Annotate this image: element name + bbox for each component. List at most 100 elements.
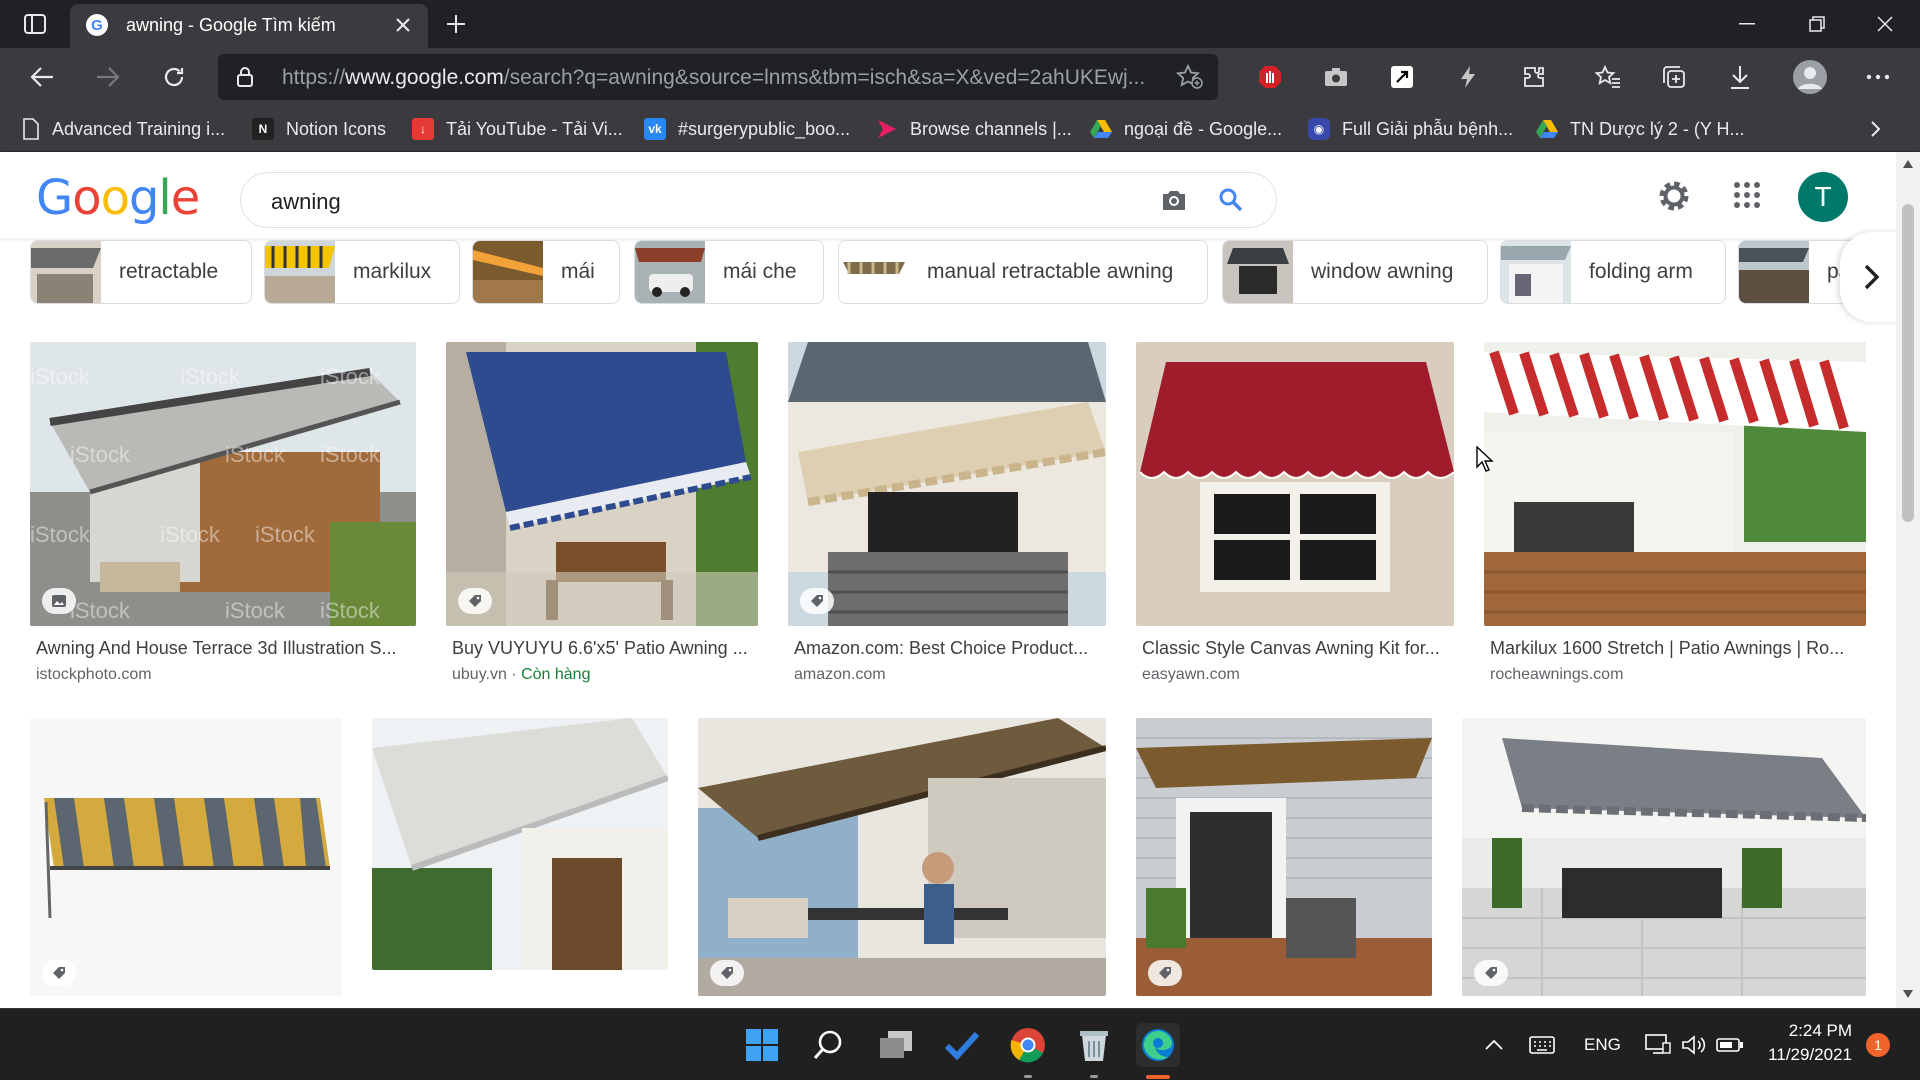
result-title[interactable]: Awning And House Terrace 3d Illustration… (36, 638, 416, 659)
show-hidden-icons-icon[interactable] (1480, 1023, 1508, 1067)
result-image[interactable] (788, 342, 1106, 626)
chip-retractable[interactable]: retractable (30, 240, 252, 304)
bookmark-item[interactable]: Browse channels |... (876, 116, 1072, 142)
result-source[interactable]: easyawn.com (1142, 666, 1240, 684)
task-view-icon[interactable] (874, 1023, 918, 1067)
minimize-icon[interactable] (1712, 0, 1782, 48)
result-image[interactable] (1136, 718, 1432, 996)
todo-icon[interactable] (940, 1023, 984, 1067)
result-source[interactable]: ubuy.vn · Còn hàng (452, 666, 590, 684)
search-icon[interactable] (1218, 187, 1244, 213)
scrollbar-thumb[interactable] (1902, 204, 1914, 522)
recycle-bin-icon[interactable] (1072, 1023, 1116, 1067)
settings-gear-icon[interactable] (1656, 178, 1692, 214)
back-icon[interactable] (22, 57, 62, 97)
volume-icon[interactable] (1676, 1023, 1712, 1067)
chips-next-icon[interactable] (1840, 232, 1904, 322)
bookmark-item[interactable]: ◉ Full Giải phẫu bệnh... (1308, 116, 1513, 142)
scroll-up-icon[interactable] (1903, 160, 1913, 168)
notion-web-clipper-icon[interactable] (1382, 57, 1422, 97)
image-result[interactable]: Classic Style Canvas Awning Kit for... e… (1136, 342, 1454, 692)
close-window-icon[interactable] (1850, 0, 1920, 48)
bookmark-item[interactable]: Advanced Training i... (22, 116, 225, 142)
chrome-icon[interactable] (1006, 1023, 1050, 1067)
result-title[interactable]: Markilux 1600 Stretch | Patio Awnings | … (1490, 638, 1866, 659)
tab-actions-icon[interactable] (18, 10, 52, 38)
page-scrollbar[interactable] (1896, 152, 1920, 1008)
image-result[interactable] (698, 718, 1106, 1008)
favorites-icon[interactable] (1588, 57, 1628, 97)
camera-search-icon[interactable] (1160, 187, 1188, 213)
image-result[interactable]: Markilux 1600 Stretch | Patio Awnings | … (1484, 342, 1866, 692)
messenger-icon: ◉ (1308, 118, 1330, 140)
bookmark-item[interactable]: TN Dược lý 2 - (Y H... (1536, 116, 1745, 142)
result-image[interactable] (1136, 342, 1454, 626)
more-menu-icon[interactable] (1858, 57, 1898, 97)
search-input[interactable]: awning (240, 172, 1277, 228)
reload-icon[interactable] (154, 57, 194, 97)
result-image[interactable] (446, 342, 758, 626)
google-apps-icon[interactable] (1734, 182, 1760, 208)
add-favorite-icon[interactable] (1176, 64, 1204, 90)
result-title[interactable]: Classic Style Canvas Awning Kit for... (1142, 638, 1454, 659)
chip-mai[interactable]: mái (472, 240, 620, 304)
language-indicator[interactable]: ENG (1584, 1035, 1621, 1055)
bookmark-item[interactable]: ↓ Tải YouTube - Tải Vi... (412, 116, 623, 142)
result-image[interactable] (698, 718, 1106, 996)
address-bar[interactable]: https://www.google.com/search?q=awning&s… (218, 54, 1218, 100)
screenshot-extension-icon[interactable] (1316, 57, 1356, 97)
result-image[interactable] (372, 718, 668, 970)
notification-badge[interactable]: 1 (1866, 1033, 1890, 1057)
adblock-extension-icon[interactable] (1250, 57, 1290, 97)
active-tab[interactable]: G awning - Google Tìm kiếm (70, 4, 428, 48)
network-icon[interactable] (1640, 1023, 1676, 1067)
result-title[interactable]: Amazon.com: Best Choice Product... (794, 638, 1106, 659)
image-result[interactable]: Buy VUYUYU 6.6'x5' Patio Awning ... ubuy… (446, 342, 758, 692)
chip-mai-che[interactable]: mái che (634, 240, 824, 304)
result-image[interactable] (30, 718, 342, 996)
result-image[interactable] (1462, 718, 1866, 996)
image-result[interactable] (30, 718, 342, 1008)
account-avatar[interactable]: T (1798, 172, 1848, 222)
bookmarks-more-icon[interactable] (1870, 116, 1882, 142)
profile-icon[interactable] (1788, 57, 1832, 97)
result-title[interactable]: Buy VUYUYU 6.6'x5' Patio Awning ... (452, 638, 758, 659)
collections-icon[interactable] (1654, 57, 1694, 97)
forward-icon[interactable] (88, 57, 128, 97)
chip-manual-retractable-awning[interactable]: manual retractable awning (838, 240, 1208, 304)
chip-window-awning[interactable]: window awning (1222, 240, 1488, 304)
close-tab-icon[interactable] (390, 12, 416, 38)
bookmark-item[interactable]: ngoại đề - Google... (1090, 116, 1282, 142)
result-image[interactable] (1484, 342, 1866, 626)
bookmark-item[interactable]: vk #surgerypublic_boo... (644, 116, 850, 142)
restore-icon[interactable] (1782, 0, 1852, 48)
chip-markilux[interactable]: markilux (264, 240, 460, 304)
result-source[interactable]: rocheawnings.com (1490, 666, 1623, 684)
extensions-icon[interactable] (1514, 57, 1554, 97)
lock-icon[interactable] (236, 66, 254, 88)
image-result[interactable]: iStock iStock iStock iStock iStock iStock iS… (30, 342, 416, 692)
image-result[interactable] (372, 718, 668, 1008)
bookmark-item[interactable]: N Notion Icons (252, 116, 386, 142)
google-logo[interactable]: Google (36, 170, 200, 226)
image-result[interactable] (1462, 718, 1866, 1008)
chip-folding-arm[interactable]: folding arm (1500, 240, 1726, 304)
clock-time[interactable]: 2:24 PM (1784, 1021, 1852, 1041)
result-source[interactable]: amazon.com (794, 666, 886, 684)
image-result[interactable]: Amazon.com: Best Choice Product... amazo… (788, 342, 1106, 692)
search-icon[interactable] (806, 1023, 850, 1067)
result-image[interactable]: iStock iStock iStock iStock iStock iStock iS… (30, 342, 416, 626)
bookmark-label: TN Dược lý 2 - (Y H... (1570, 118, 1745, 139)
battery-icon[interactable] (1712, 1023, 1748, 1067)
scroll-down-icon[interactable] (1903, 990, 1913, 998)
start-icon[interactable] (740, 1023, 784, 1067)
new-tab-icon[interactable] (440, 8, 472, 40)
image-result[interactable] (1136, 718, 1432, 1008)
result-source[interactable]: istockphoto.com (36, 666, 152, 684)
lightning-extension-icon[interactable] (1448, 57, 1488, 97)
downloads-icon[interactable] (1720, 57, 1760, 97)
edge-icon[interactable] (1136, 1023, 1180, 1067)
tag-icon (42, 960, 76, 986)
clock-date[interactable]: 11/29/2021 (1766, 1045, 1852, 1065)
keyboard-icon[interactable] (1522, 1023, 1562, 1067)
